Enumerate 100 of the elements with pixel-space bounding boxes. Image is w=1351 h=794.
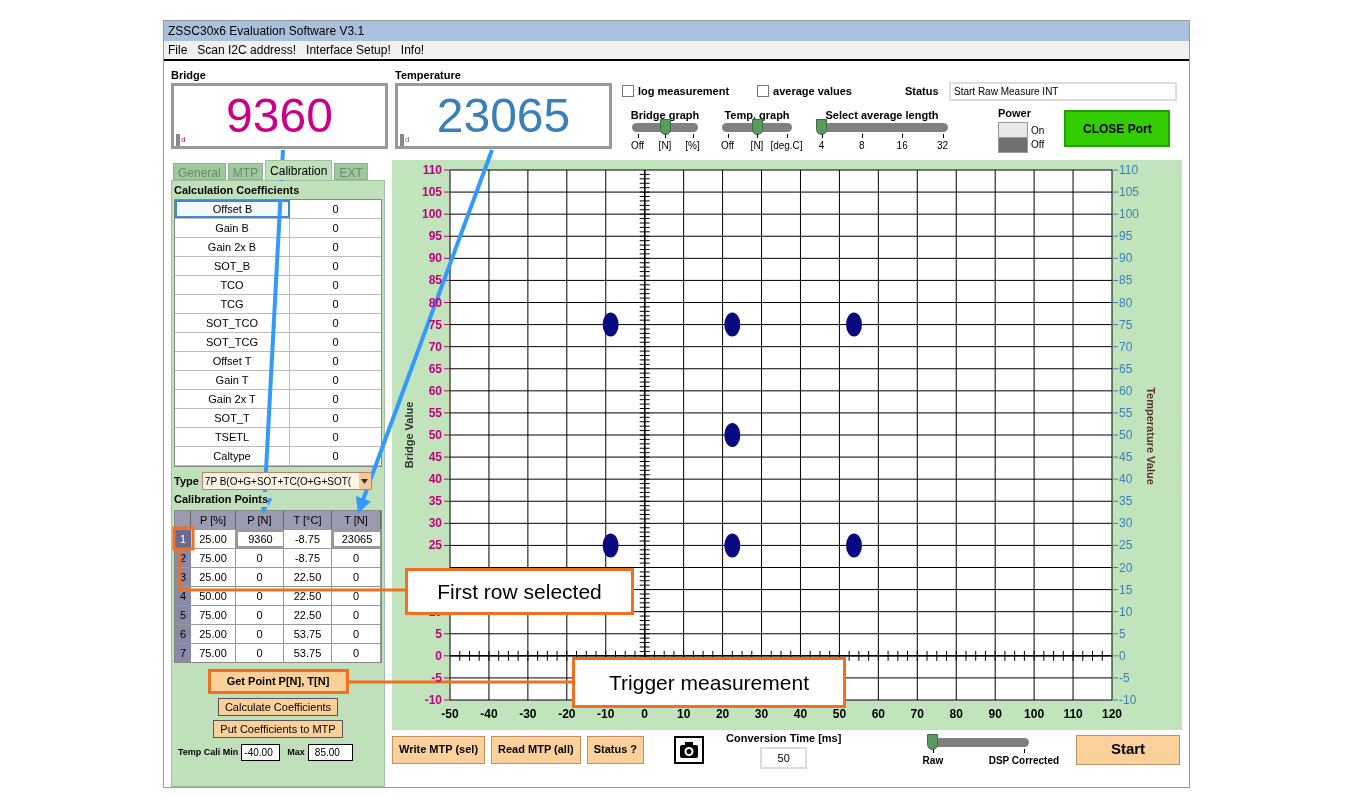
x-tick-label: 40 bbox=[793, 707, 808, 721]
table-cell[interactable]: SOT_TCG bbox=[175, 333, 290, 351]
checkbox[interactable] bbox=[757, 85, 770, 97]
checkbox[interactable] bbox=[622, 85, 634, 97]
y-tick-label: 105 bbox=[421, 185, 442, 200]
y-tick-label: 40 bbox=[428, 472, 442, 487]
menu-item[interactable]: File bbox=[168, 41, 188, 59]
action-button[interactable]: Put Coefficients to MTP bbox=[213, 720, 343, 738]
y-tick-label: 35 bbox=[1119, 494, 1133, 509]
table-cell: 0 bbox=[332, 625, 381, 643]
table-cell: 22.50 bbox=[284, 587, 332, 605]
x-tick-label: 50 bbox=[832, 707, 847, 721]
unit-label: d bbox=[176, 134, 186, 146]
table-cell-text: 0 bbox=[331, 373, 340, 388]
table-cell[interactable]: Gain 2x T bbox=[175, 390, 290, 408]
x-tick-label: 20 bbox=[715, 707, 730, 721]
column-header: P [%] bbox=[191, 511, 236, 529]
x-tick-label: -30 bbox=[519, 707, 537, 721]
action-button[interactable]: Status ? bbox=[586, 735, 645, 764]
menu-item[interactable]: Info! bbox=[400, 41, 425, 59]
y-tick-label: 0 bbox=[1119, 648, 1126, 663]
table-cell[interactable]: Offset T bbox=[175, 352, 290, 370]
table-cell: 75.00 bbox=[191, 644, 236, 662]
action-button[interactable]: Get Point P[N], T[N] bbox=[207, 669, 349, 694]
menu-item[interactable]: Scan I2C address! bbox=[197, 41, 297, 59]
table-cell[interactable]: Gain 2x B bbox=[175, 238, 290, 256]
table-cell[interactable]: TCO bbox=[175, 276, 290, 294]
table-cell: 22.50 bbox=[284, 568, 332, 586]
slider-thumb[interactable] bbox=[751, 119, 763, 135]
table-cell[interactable]: SOT_T bbox=[175, 409, 290, 427]
y-tick-label: 110 bbox=[1119, 163, 1139, 177]
y-tick-label: 95 bbox=[428, 229, 442, 244]
data-point bbox=[846, 312, 862, 337]
action-button[interactable]: Calculate Coefficients bbox=[217, 698, 339, 716]
y-tick-label: 100 bbox=[421, 207, 442, 222]
y-tick-label: 70 bbox=[1119, 339, 1133, 354]
y-tick-label: 110 bbox=[422, 163, 442, 177]
table-cell: 0 bbox=[332, 568, 381, 586]
tick-label: [deg.C] bbox=[770, 139, 803, 153]
row-header[interactable]: 6 bbox=[175, 625, 191, 643]
slider-label: Temp. graph bbox=[723, 108, 791, 123]
row-header[interactable]: 5 bbox=[175, 606, 191, 624]
y-tick-label: -10 bbox=[424, 693, 442, 707]
table-cell-text: 0 bbox=[331, 240, 340, 255]
tick-label: 8 bbox=[859, 139, 865, 153]
type-dropdown[interactable]: 7P B(O+G+SOT+TC(O+G+SOT( bbox=[201, 472, 372, 490]
table-cell: 0 bbox=[236, 644, 284, 662]
conversion-time-field[interactable]: 50 bbox=[760, 746, 808, 769]
camera-icon[interactable] bbox=[674, 735, 705, 764]
table-cell: 75.00 bbox=[191, 549, 236, 567]
table-cell: 25.00 bbox=[191, 625, 236, 643]
close-port-button[interactable]: CLOSE Port bbox=[1064, 110, 1171, 147]
conversion-time-label: Conversion Time [ms] bbox=[726, 731, 842, 747]
y-tick-label: 55 bbox=[428, 405, 442, 420]
table-cell: 23065 bbox=[332, 530, 381, 548]
x-tick-label: 80 bbox=[949, 707, 963, 721]
tab[interactable]: Calibration bbox=[265, 160, 333, 180]
menu-item[interactable]: Interface Setup! bbox=[306, 41, 391, 59]
slider-thumb[interactable] bbox=[816, 119, 827, 135]
y-tick-label: 90 bbox=[1119, 251, 1133, 266]
start-button[interactable]: Start bbox=[1076, 734, 1180, 765]
y-tick-label: 95 bbox=[1119, 229, 1133, 244]
section-title: Calibration Points bbox=[174, 492, 269, 507]
table-cell[interactable]: SOT_B bbox=[175, 257, 290, 275]
table-cell: 25.00 bbox=[191, 530, 236, 548]
slider-thumb[interactable] bbox=[659, 119, 671, 135]
tick-label: Off bbox=[720, 139, 735, 153]
table-cell-text: 0 bbox=[331, 316, 340, 331]
action-button[interactable]: Read MTP (all) bbox=[491, 735, 581, 764]
y-tick-label: 60 bbox=[428, 383, 442, 398]
slider-thumb[interactable] bbox=[927, 734, 939, 750]
temp-max-field[interactable]: 85.00 bbox=[307, 744, 353, 761]
temp-min-field[interactable]: -40.00 bbox=[241, 744, 281, 761]
table-cell[interactable]: TCG bbox=[175, 295, 290, 313]
power-switch[interactable] bbox=[998, 122, 1028, 153]
table-cell[interactable]: Gain B bbox=[175, 219, 290, 237]
tick-label: 4 bbox=[818, 139, 825, 153]
x-tick-label: 120 bbox=[1102, 707, 1122, 721]
row-header[interactable]: 7 bbox=[175, 644, 191, 662]
tick-label: 32 bbox=[936, 139, 949, 153]
table-cell[interactable]: TSETL bbox=[175, 428, 290, 446]
data-point bbox=[602, 312, 619, 337]
table-cell[interactable]: Gain T bbox=[175, 371, 290, 389]
y-tick-label: 20 bbox=[1119, 560, 1133, 575]
table-cell[interactable]: Offset B bbox=[175, 200, 290, 218]
table-cell: 0 bbox=[332, 606, 381, 624]
y-tick-label: 105 bbox=[1119, 185, 1140, 200]
y-tick-label: 30 bbox=[428, 516, 442, 531]
table-cell[interactable]: SOT_TCO bbox=[175, 314, 290, 332]
table-cell: 50.00 bbox=[191, 587, 236, 605]
table-cell: 0 bbox=[332, 587, 381, 605]
table-cell-text: 0 bbox=[331, 335, 340, 350]
table-cell: 0 bbox=[332, 644, 381, 662]
table-cell-text: 0 bbox=[331, 221, 340, 236]
table-cell: 25.00 bbox=[191, 568, 236, 586]
table-cell-text: 0 bbox=[331, 202, 340, 217]
slider-label: Select average length bbox=[824, 108, 940, 123]
table-cell[interactable]: Caltype bbox=[175, 447, 290, 465]
x-tick-label: -50 bbox=[441, 707, 459, 721]
action-button[interactable]: Write MTP (sel) bbox=[392, 735, 486, 764]
